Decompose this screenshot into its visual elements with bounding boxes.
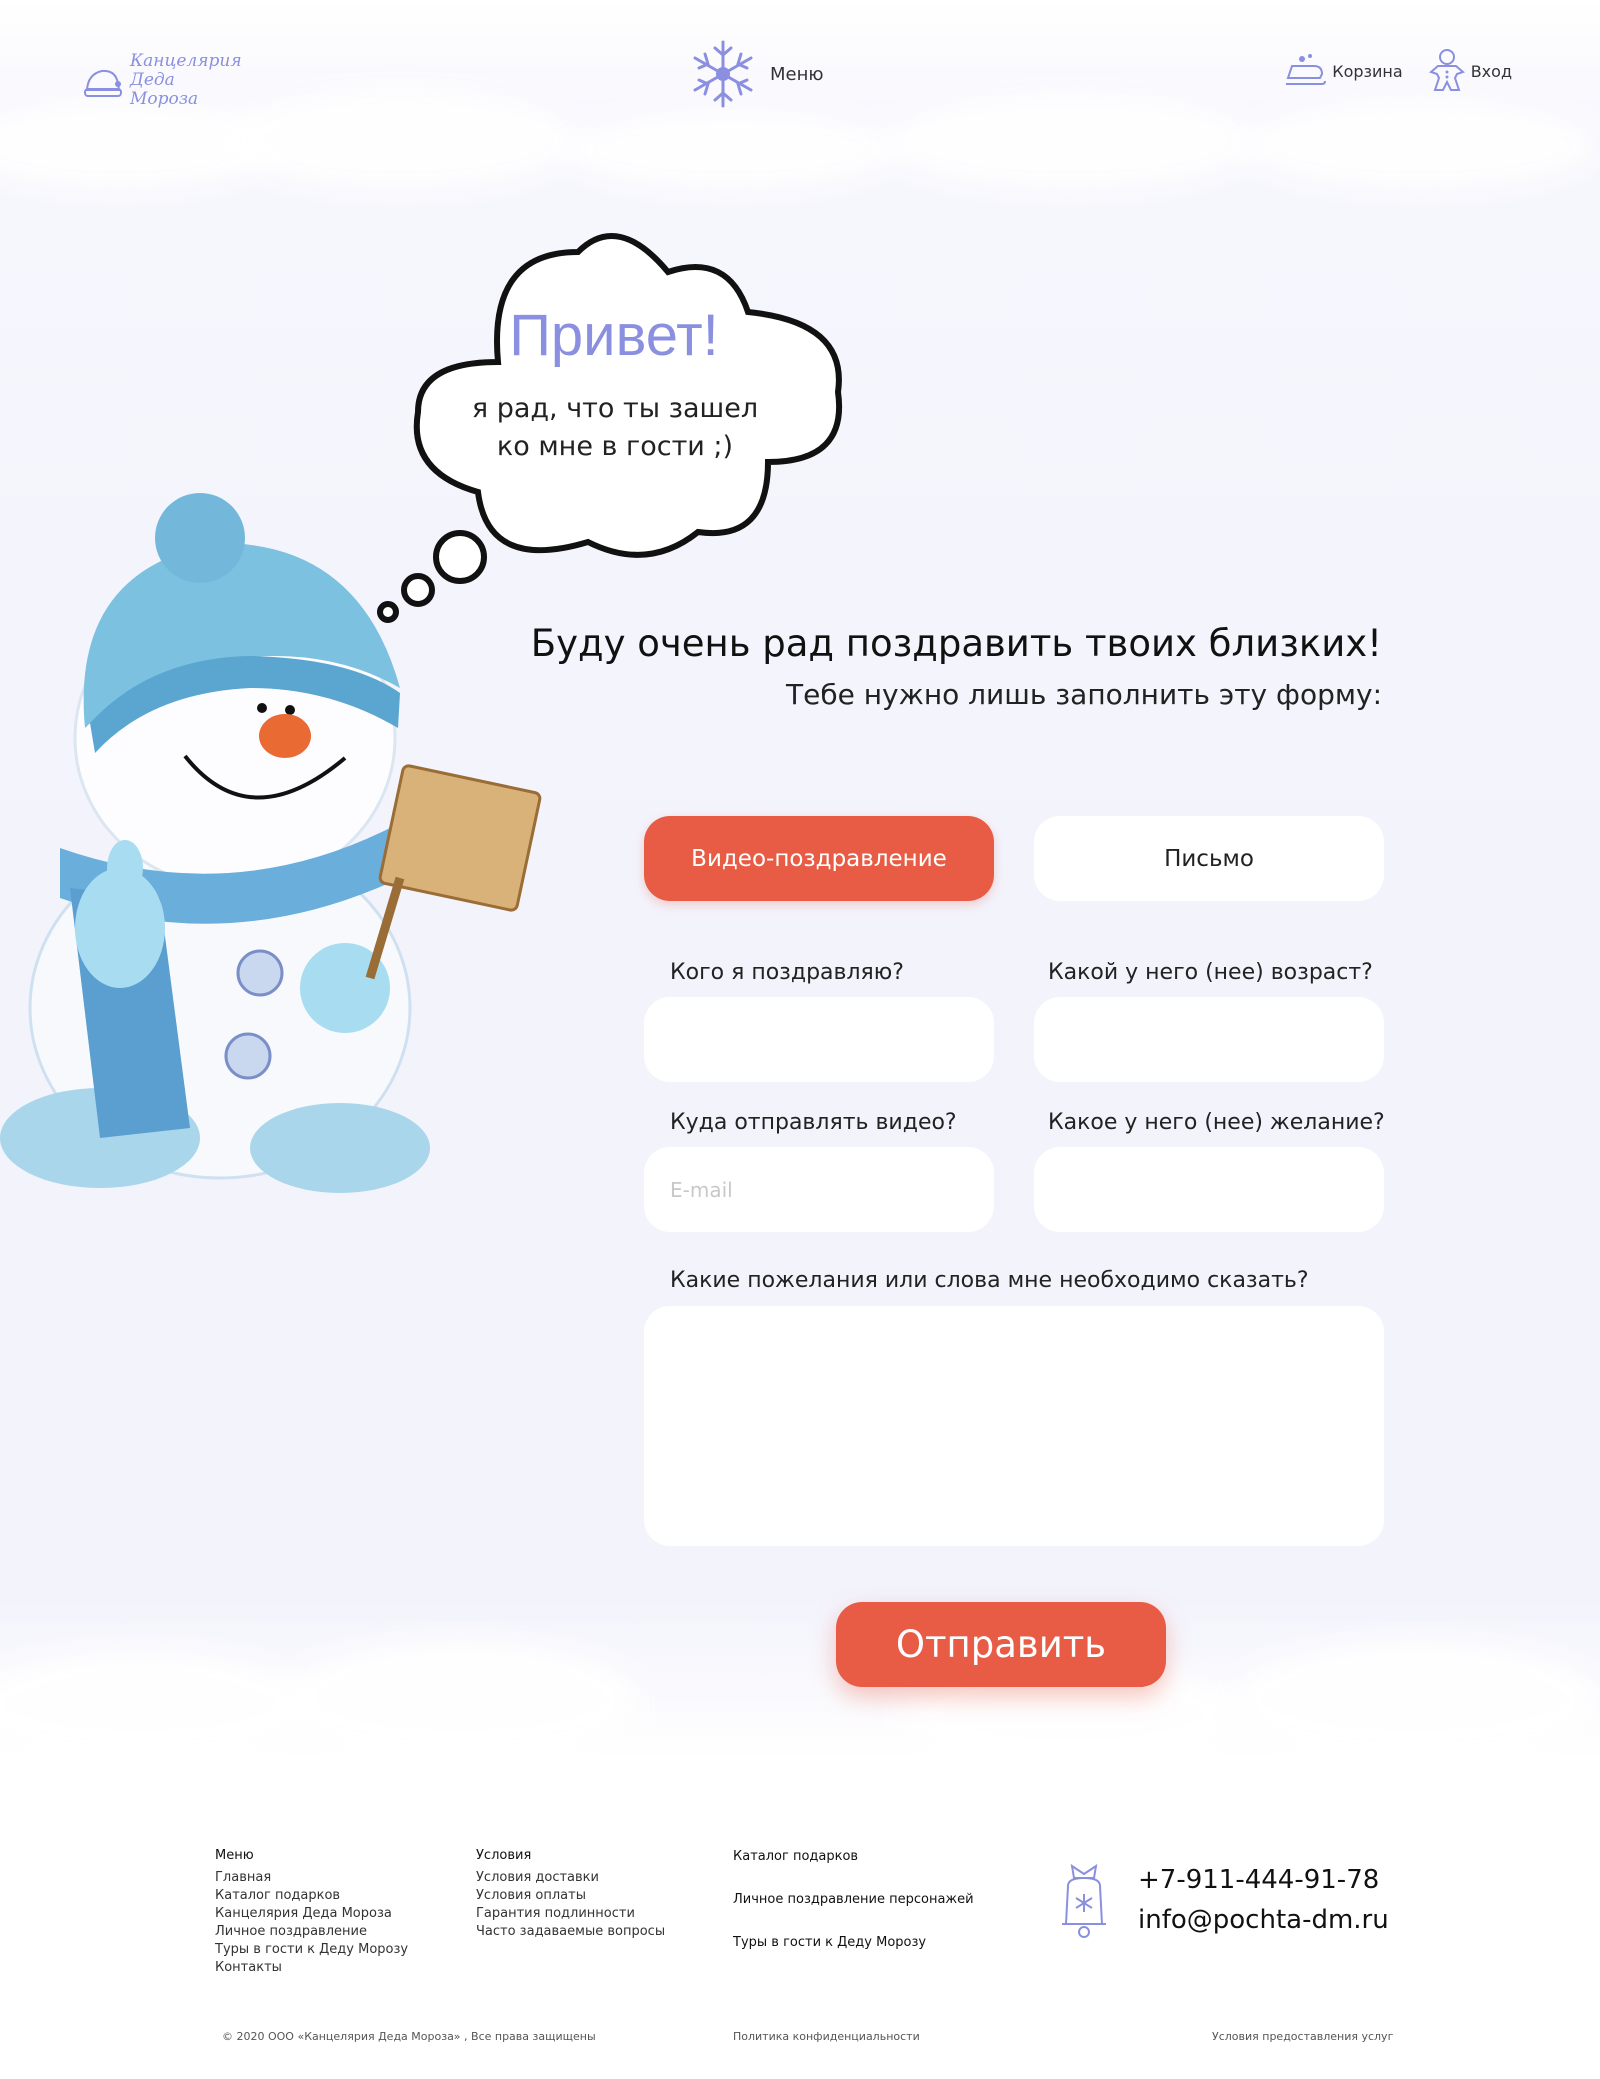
login-label: Вход bbox=[1470, 61, 1512, 81]
logo-line: Канцелярия bbox=[130, 51, 242, 71]
footer-link[interactable]: Условия доставки bbox=[476, 1869, 665, 1887]
footer-link[interactable]: Гарантия подлинности bbox=[476, 1905, 665, 1923]
cart-link[interactable]: Корзина bbox=[1284, 52, 1403, 90]
privacy-link[interactable]: Политика конфиденциальности bbox=[733, 2030, 920, 2043]
footer-email[interactable]: info@pochta-dm.ru bbox=[1138, 1900, 1389, 1940]
footer-link[interactable]: Каталог подарков bbox=[215, 1887, 408, 1905]
copyright-text: © 2020 ООО «Канцелярия Деда Мороза» , Вс… bbox=[222, 2030, 596, 2043]
footer-services: Каталог подарков Личное поздравление пер… bbox=[733, 1848, 974, 1977]
snowman-illustration bbox=[0, 493, 542, 1193]
bell-icon bbox=[1062, 1863, 1106, 1938]
who-input[interactable] bbox=[644, 997, 994, 1082]
bubble-line: ко мне в гости ;) bbox=[496, 431, 734, 462]
logo-text: Канцелярия Деда Мороза bbox=[130, 51, 242, 109]
logo[interactable]: Канцелярия Деда Мороза bbox=[82, 51, 242, 109]
gingerbread-icon bbox=[1428, 49, 1465, 91]
words-textarea[interactable] bbox=[644, 1306, 1384, 1546]
age-input[interactable] bbox=[1034, 997, 1384, 1082]
footer-link[interactable]: Личное поздравление bbox=[215, 1923, 408, 1941]
wish-label: Какое у него (нее) желание? bbox=[1048, 1110, 1385, 1135]
footer-conditions: Условия Условия доставки Условия оплаты … bbox=[476, 1848, 665, 1941]
footer-title: Меню bbox=[215, 1848, 254, 1863]
menu-label: Меню bbox=[770, 63, 824, 85]
footer-link[interactable]: Главная bbox=[215, 1869, 408, 1887]
footer-link[interactable]: Туры в гости к Деду Морозу bbox=[733, 1934, 974, 1952]
footer-link[interactable]: Личное поздравление персонажей bbox=[733, 1891, 974, 1909]
hat-icon bbox=[84, 69, 122, 97]
cloud-decoration bbox=[280, 1640, 640, 1760]
footer-link[interactable]: Контакты bbox=[215, 1959, 408, 1977]
snowflake-icon bbox=[693, 40, 753, 108]
form-subheading: Тебе нужно лишь заполнить эту форму: bbox=[786, 678, 1382, 711]
footer-link[interactable]: Условия оплаты bbox=[476, 1887, 665, 1905]
site-header: Канцелярия Деда Мороза Меню Корзина Вход bbox=[0, 0, 1600, 150]
tab-letter[interactable]: Письмо bbox=[1034, 816, 1384, 901]
footer-contacts: +7-911-444-91-78 info@pochta-dm.ru bbox=[1058, 1860, 1389, 1944]
footer-link[interactable]: Часто задаваемые вопросы bbox=[476, 1923, 665, 1941]
header-actions: Корзина Вход bbox=[1284, 48, 1512, 94]
footer-link[interactable]: Канцелярия Деда Мороза bbox=[215, 1905, 408, 1923]
footer-title: Условия bbox=[476, 1848, 532, 1863]
submit-button[interactable]: Отправить bbox=[836, 1602, 1166, 1687]
form-heading: Буду очень рад поздравить твоих близких! bbox=[530, 622, 1382, 665]
site-footer: Меню Главная Каталог подарков Канцелярия… bbox=[0, 1820, 1600, 2079]
wish-input[interactable] bbox=[1034, 1147, 1384, 1232]
menu-button[interactable]: Меню bbox=[690, 38, 824, 110]
bubble-title: Привет! bbox=[509, 303, 719, 368]
sleigh-icon bbox=[1286, 54, 1327, 85]
terms-link[interactable]: Условия предоставления услуг bbox=[1212, 2030, 1393, 2043]
footer-menu: Меню Главная Каталог подарков Канцелярия… bbox=[215, 1848, 408, 1977]
bubble-line: я рад, что ты зашел bbox=[471, 393, 759, 424]
words-label: Какие пожелания или слова мне необходимо… bbox=[670, 1268, 1309, 1293]
age-label: Какой у него (нее) возраст? bbox=[1048, 960, 1373, 985]
where-label: Куда отправлять видео? bbox=[670, 1110, 957, 1135]
footer-link[interactable]: Туры в гости к Деду Морозу bbox=[215, 1941, 408, 1959]
tab-video[interactable]: Видео-поздравление bbox=[644, 816, 994, 901]
footer-link[interactable]: Каталог подарков bbox=[733, 1848, 974, 1866]
logo-line: Деда Мороза bbox=[130, 70, 199, 109]
who-label: Кого я поздравляю? bbox=[670, 960, 904, 985]
email-field[interactable] bbox=[644, 1147, 994, 1232]
bubble-text: я рад, что ты зашел ко мне в гости ;) bbox=[420, 390, 810, 466]
footer-phone[interactable]: +7-911-444-91-78 bbox=[1138, 1860, 1389, 1900]
cart-label: Корзина bbox=[1332, 61, 1403, 81]
login-link[interactable]: Вход bbox=[1428, 48, 1512, 94]
cloud-decoration bbox=[1230, 1640, 1600, 1760]
